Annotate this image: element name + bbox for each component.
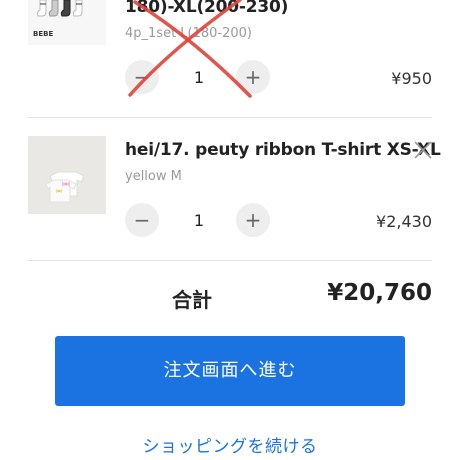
product-thumbnail[interactable] xyxy=(28,136,106,214)
socks-image xyxy=(28,0,106,45)
quantity-decrease-button[interactable]: − xyxy=(125,60,159,94)
summary-divider xyxy=(28,260,432,261)
item-price: ¥2,430 xyxy=(376,212,432,231)
product-variant: yellow M xyxy=(125,169,182,184)
product-title[interactable]: hei/17. peuty ribbon T-shirt XS-XL xyxy=(125,140,441,160)
continue-shopping-link[interactable]: ショッピングを続ける xyxy=(0,432,460,457)
quantity-increase-button[interactable]: + xyxy=(236,203,270,237)
quantity-value: 1 xyxy=(193,211,205,230)
checkout-button[interactable]: 注文画面へ進む xyxy=(55,336,405,406)
quantity-decrease-button[interactable]: − xyxy=(125,203,159,237)
total-value: ¥20,760 xyxy=(327,280,432,306)
product-variant: 4p_1set L(180-200) xyxy=(125,26,252,41)
tshirt-image xyxy=(28,136,106,214)
close-icon[interactable] xyxy=(412,139,434,161)
product-thumbnail[interactable]: BEBE xyxy=(28,0,106,45)
cart-item: BEBE 180)-XL(200-230) 4p_1set L(180-200)… xyxy=(0,0,460,118)
brand-logo: BEBE xyxy=(33,30,54,38)
quantity-increase-button[interactable]: + xyxy=(236,60,270,94)
quantity-value: 1 xyxy=(193,68,205,87)
total-label: 合計 xyxy=(172,288,212,312)
product-title[interactable]: 180)-XL(200-230) xyxy=(125,0,288,17)
item-price: ¥950 xyxy=(391,69,432,88)
cart-item: hei/17. peuty ribbon T-shirt XS-XL yello… xyxy=(0,118,460,260)
